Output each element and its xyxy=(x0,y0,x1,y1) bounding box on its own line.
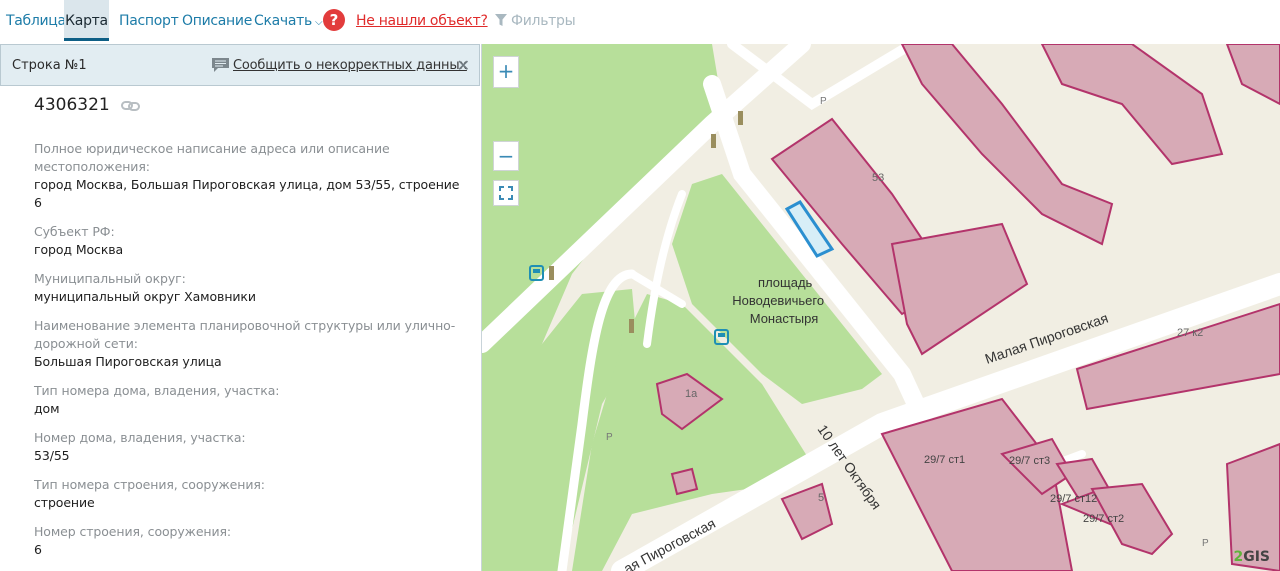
field-building-type: Тип номера строения, сооружения: строени… xyxy=(34,476,464,512)
building-label: 27 к2 xyxy=(1177,327,1203,339)
help-icon[interactable]: ? xyxy=(323,9,345,31)
field-label: Номер строения, сооружения: xyxy=(34,524,232,539)
field-value: дом xyxy=(34,401,60,416)
chevron-down-icon: ⌵ xyxy=(314,17,323,28)
field-label: Номер дома, владения, участка: xyxy=(34,430,246,445)
logo-text: GIS xyxy=(1243,549,1270,565)
tab-download[interactable]: Скачать ⌵ xyxy=(254,0,323,40)
square-name-line: Новодевичьего xyxy=(732,293,824,308)
not-found-link[interactable]: Не нашли объект? xyxy=(356,0,488,42)
filters-label: Фильтры xyxy=(511,13,576,29)
report-error-link[interactable]: Сообщить о некорректных данных xyxy=(211,45,467,87)
logo-mark: 2 xyxy=(1233,549,1244,565)
download-label: Скачать xyxy=(254,13,312,29)
square-name-line: Монастыря xyxy=(750,311,819,326)
building-label: 29/7 ст2 xyxy=(1083,513,1124,525)
fullscreen-icon xyxy=(499,186,513,200)
field-street: Наименование элемента планировочной стру… xyxy=(34,317,464,371)
field-label: Муниципальный округ: xyxy=(34,271,186,286)
panel-header: Строка №1 Сообщить о некорректных данных… xyxy=(0,44,480,86)
square-name-line: площадь xyxy=(758,275,813,290)
filters-button[interactable]: Фильтры xyxy=(495,0,576,42)
top-nav: Таблица Карта Паспорт Описание Скачать ⌵ … xyxy=(0,0,1280,44)
field-value: муниципальный округ Хамовники xyxy=(34,289,256,304)
building xyxy=(1040,44,1224,166)
parking-label: Р xyxy=(820,96,827,107)
object-id: 4306321 xyxy=(34,94,464,116)
close-icon[interactable]: ✕ xyxy=(457,45,470,87)
field-subject: Субъект РФ: город Москва xyxy=(34,223,464,259)
object-id-value: 4306321 xyxy=(34,95,110,115)
field-value: 53/55 xyxy=(34,448,70,463)
building-label: 53 xyxy=(872,172,884,184)
field-value: Большая Пироговская улица xyxy=(34,354,222,369)
building xyxy=(1225,44,1280,106)
parking-label: Р xyxy=(606,432,613,443)
filter-icon xyxy=(495,14,507,26)
map-view[interactable]: площадь Новодевичьего Монастыря Малая Пи… xyxy=(482,44,1280,571)
field-house-type: Тип номера дома, владения, участка: дом xyxy=(34,382,464,418)
field-label: Полное юридическое написание адреса или … xyxy=(34,141,390,174)
building-label: 29/7 ст12 xyxy=(1050,493,1097,505)
field-label: Субъект РФ: xyxy=(34,224,115,239)
field-building-number: Номер строения, сооружения: 6 xyxy=(34,523,464,559)
field-value: город Москва xyxy=(34,242,124,257)
building-label: 29/7 ст1 xyxy=(924,454,965,466)
building xyxy=(670,467,699,496)
building xyxy=(780,482,834,541)
street-bolshaya: ая Пироговская xyxy=(621,515,718,571)
fullscreen-button[interactable] xyxy=(493,180,519,206)
building-label: 1а xyxy=(685,388,698,400)
zoom-out-button[interactable]: − xyxy=(493,141,519,171)
building-label: 5 xyxy=(818,492,824,504)
tab-table[interactable]: Таблица xyxy=(6,0,66,40)
row-title: Строка №1 xyxy=(12,58,87,73)
field-label: Тип номера дома, владения, участка: xyxy=(34,383,280,398)
field-house-number: Номер дома, владения, участка: 53/55 xyxy=(34,429,464,465)
comment-icon xyxy=(212,58,229,72)
building-label: 29/7 ст3 xyxy=(1009,455,1050,467)
report-label: Сообщить о некорректных данных xyxy=(233,58,467,73)
link-icon[interactable] xyxy=(121,100,141,112)
field-label: Наименование элемента планировочной стру… xyxy=(34,318,456,351)
field-district: Муниципальный округ: муниципальный округ… xyxy=(34,270,464,306)
parking-label: Р xyxy=(1202,538,1209,549)
tab-description[interactable]: Описание xyxy=(182,0,252,40)
field-value: город Москва, Большая Пироговская улица,… xyxy=(34,177,460,210)
zoom-in-button[interactable]: + xyxy=(493,56,519,88)
tab-passport[interactable]: Паспорт xyxy=(119,0,179,40)
building xyxy=(890,222,1029,356)
map-canvas[interactable]: площадь Новодевичьего Монастыря Малая Пи… xyxy=(482,44,1280,571)
object-details: 4306321 Полное юридическое написание адр… xyxy=(34,94,464,570)
field-value: строение xyxy=(34,495,95,510)
tab-map[interactable]: Карта xyxy=(64,0,109,41)
field-label: Тип номера строения, сооружения: xyxy=(34,477,265,492)
2gis-logo: 2GIS xyxy=(1233,549,1270,565)
object-panel: Строка №1 Сообщить о некорректных данных… xyxy=(0,44,482,571)
field-value: 6 xyxy=(34,542,42,557)
field-address: Полное юридическое написание адреса или … xyxy=(34,140,464,212)
